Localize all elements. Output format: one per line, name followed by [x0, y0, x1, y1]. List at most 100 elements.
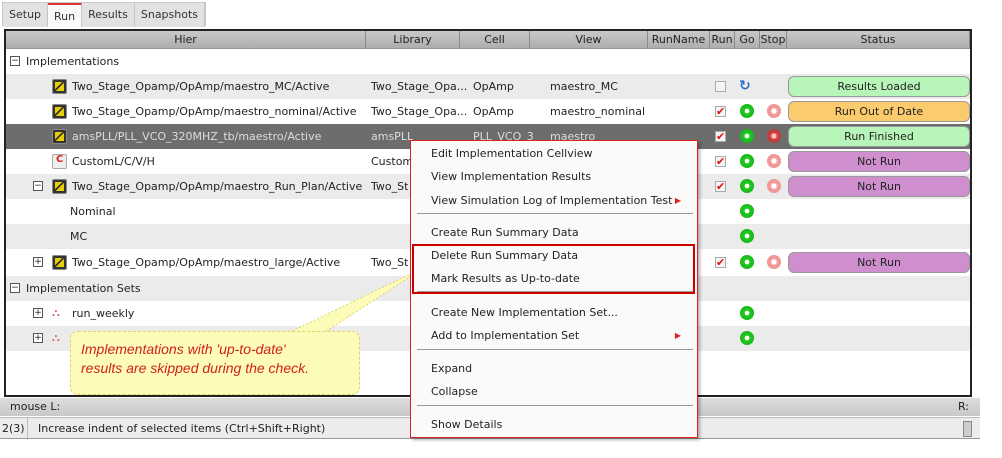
cell-cell: OpAmp [473, 80, 514, 93]
status-badge: Not Run [788, 252, 970, 273]
library-cell: amsPLL [371, 130, 414, 143]
resize-grip[interactable] [963, 421, 972, 437]
go-icon[interactable] [740, 154, 754, 168]
go-icon[interactable] [740, 255, 754, 269]
stop-icon[interactable] [767, 129, 781, 143]
hier-label: Two_Stage_Opamp/OpAmp/maestro_nominal/Ac… [72, 105, 357, 118]
library-cell: Two_Stage_Opa... [371, 80, 468, 93]
callout-pointer [289, 266, 426, 333]
table-row[interactable]: Two_Stage_Opamp/OpAmp/maestro_MC/Active … [6, 74, 970, 99]
collapse-icon[interactable]: − [10, 283, 20, 293]
maestro-icon [52, 79, 67, 94]
implementation-set-icon: ⛬ [52, 306, 60, 319]
library-cell: Custom [371, 155, 414, 168]
tab-setup[interactable]: Setup [3, 3, 49, 27]
collapse-icon[interactable]: − [33, 181, 43, 191]
hier-label: Implementations [26, 55, 120, 68]
go-icon[interactable] [740, 306, 754, 320]
callout-line-2: results are skipped during the check. [81, 360, 310, 376]
custom-cell-icon [52, 154, 67, 169]
menu-collapse[interactable]: Collapse [431, 385, 478, 398]
col-view[interactable]: View [530, 31, 648, 49]
tab-results[interactable]: Results [82, 3, 135, 27]
hier-label: Implementation Sets [26, 282, 141, 295]
maestro-icon [52, 179, 67, 194]
run-checkbox[interactable]: ✔ [715, 257, 726, 268]
tab-bar: Setup Run Results Snapshots [2, 2, 207, 27]
go-icon[interactable] [740, 129, 754, 143]
menu-create-new-implementation-set[interactable]: Create New Implementation Set... [431, 306, 618, 319]
cell-cell: OpAmp [473, 105, 514, 118]
status-badge: Results Loaded [788, 76, 970, 97]
hier-label: Two_Stage_Opamp/OpAmp/maestro_Run_Plan/A… [72, 180, 363, 193]
col-library[interactable]: Library [366, 31, 460, 49]
maestro-icon [52, 129, 67, 144]
table-row[interactable]: Two_Stage_Opamp/OpAmp/maestro_nominal/Ac… [6, 99, 970, 124]
library-cell: Two_St [371, 180, 409, 193]
hier-label: run_weekly [72, 307, 135, 320]
run-checkbox[interactable]: ✔ [715, 156, 726, 167]
expand-icon[interactable]: + [33, 308, 43, 318]
table-row[interactable]: − Implementations [6, 49, 970, 74]
status-badge: Run Out of Date [788, 101, 970, 122]
run-checkbox[interactable]: ✔ [715, 181, 726, 192]
col-status[interactable]: Status [787, 31, 970, 49]
submenu-arrow-icon: ▶ [674, 196, 681, 205]
go-icon[interactable] [740, 331, 754, 345]
stop-icon[interactable] [767, 104, 781, 118]
implementation-set-icon: ⛬ [52, 331, 60, 344]
go-icon[interactable] [740, 229, 754, 243]
menu-separator [417, 405, 693, 406]
run-checkbox[interactable] [715, 81, 726, 92]
table-header: Hier Library Cell View RunName Run Go St… [6, 31, 970, 49]
stop-icon[interactable] [767, 179, 781, 193]
hier-label: amsPLL/PLL_VCO_320MHZ_tb/maestro/Active [72, 130, 322, 143]
menu-label: View Simulation Log of Implementation Te… [431, 194, 673, 207]
hier-label: CustomL/C/V/H [72, 155, 155, 168]
status-badge: Not Run [788, 176, 970, 197]
stop-icon[interactable] [767, 154, 781, 168]
tab-snapshots[interactable]: Snapshots [134, 3, 206, 27]
callout-line-1: Implementations with 'up-to-date' [81, 341, 286, 357]
annotation-callout: Implementations with 'up-to-date' result… [70, 331, 360, 395]
expand-icon[interactable]: + [33, 257, 43, 267]
menu-create-run-summary-data[interactable]: Create Run Summary Data [431, 226, 579, 239]
col-go[interactable]: Go [735, 31, 760, 49]
col-runname[interactable]: RunName [648, 31, 710, 49]
hier-label: Two_Stage_Opamp/OpAmp/maestro_MC/Active [72, 80, 330, 93]
menu-view-simulation-log[interactable]: View Simulation Log of Implementation Te… [431, 194, 689, 207]
maestro-icon [52, 255, 67, 270]
status-badge: Not Run [788, 151, 970, 172]
stop-icon[interactable] [767, 255, 781, 269]
menu-show-details[interactable]: Show Details [431, 418, 502, 431]
view-cell: maestro_MC [550, 80, 618, 93]
status-badge: Run Finished [788, 126, 970, 147]
mouse-l-label: mouse L: [10, 400, 61, 413]
hier-label: MC [70, 230, 88, 243]
hier-label: Nominal [70, 205, 116, 218]
menu-separator [417, 213, 693, 214]
collapse-icon[interactable]: − [10, 56, 20, 66]
highlight-box [412, 244, 695, 294]
expand-icon[interactable]: + [33, 333, 43, 343]
counter: 2(3) [2, 418, 28, 440]
menu-expand[interactable]: Expand [431, 362, 472, 375]
view-cell: maestro_nominal [550, 105, 646, 118]
col-stop[interactable]: Stop [760, 31, 787, 49]
col-run[interactable]: Run [710, 31, 735, 49]
col-hier[interactable]: Hier [6, 31, 366, 49]
run-checkbox[interactable]: ✔ [715, 131, 726, 142]
tab-run[interactable]: Run [48, 3, 83, 27]
run-checkbox[interactable]: ✔ [715, 106, 726, 117]
go-icon[interactable] [740, 104, 754, 118]
library-cell: Two_Stage_Opa... [371, 105, 468, 118]
col-cell[interactable]: Cell [460, 31, 530, 49]
menu-separator [417, 349, 693, 350]
go-icon[interactable] [740, 179, 754, 193]
mouse-r-label: R: [958, 400, 970, 413]
menu-edit-implementation-cellview[interactable]: Edit Implementation Cellview [431, 147, 593, 160]
refresh-icon[interactable]: ↻ [739, 78, 751, 94]
menu-add-to-implementation-set[interactable]: Add to Implementation Set ▶ [431, 329, 689, 342]
go-icon[interactable] [740, 204, 754, 218]
menu-view-implementation-results[interactable]: View Implementation Results [431, 170, 591, 183]
